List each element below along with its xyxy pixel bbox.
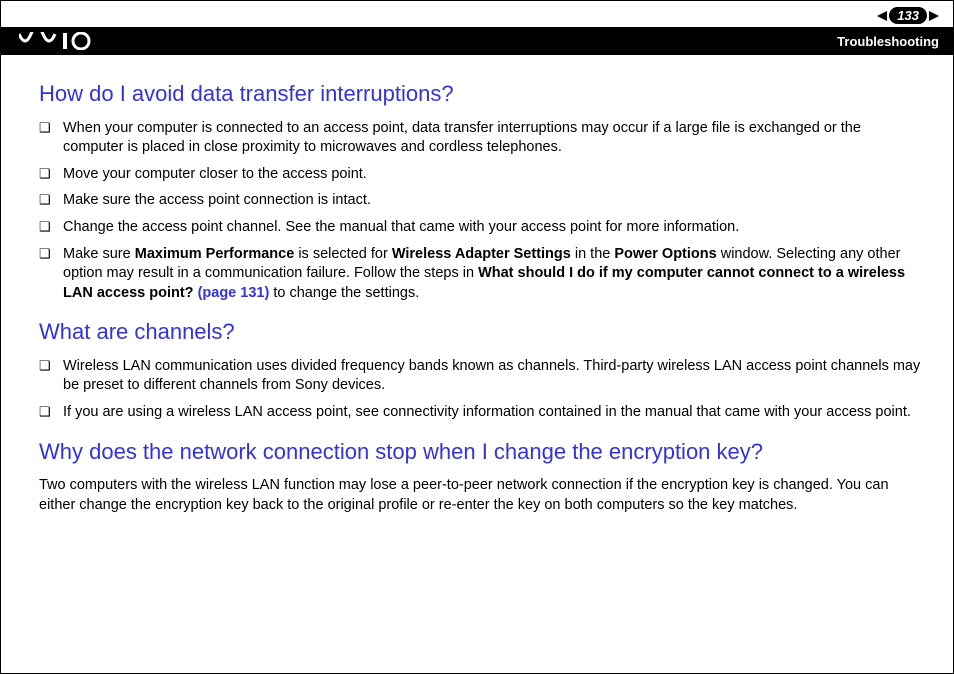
vaio-logo-icon [19,32,109,50]
page-number-badge: 133 [889,7,927,24]
list-item: Change the access point channel. See the… [39,218,923,238]
content-area: How do I avoid data transfer interruptio… [39,79,923,522]
paragraph-q3: Two computers with the wireless LAN func… [39,476,923,515]
list-item: Move your computer closer to the access … [39,165,923,185]
page-number: 133 [897,8,919,23]
list-item: Make sure the access point connection is… [39,191,923,211]
list-q1: When your computer is connected to an ac… [39,119,923,304]
list-item: If you are using a wireless LAN access p… [39,403,923,423]
prev-page-arrow-icon[interactable] [877,11,887,21]
page-nav: 133 [877,7,939,24]
heading-q1: How do I avoid data transfer interruptio… [39,79,923,109]
vaio-logo [19,32,109,50]
list-item: Wireless LAN communication uses divided … [39,357,923,396]
page-link-131[interactable]: (page 131) [198,285,270,301]
heading-q3: Why does the network connection stop whe… [39,437,923,467]
list-item: Make sure Maximum Performance is selecte… [39,245,923,304]
header-bar: Troubleshooting [1,27,953,55]
next-page-arrow-icon[interactable] [929,11,939,21]
list-q2: Wireless LAN communication uses divided … [39,357,923,423]
list-item: When your computer is connected to an ac… [39,119,923,158]
heading-q2: What are channels? [39,317,923,347]
section-label: Troubleshooting [837,34,939,49]
